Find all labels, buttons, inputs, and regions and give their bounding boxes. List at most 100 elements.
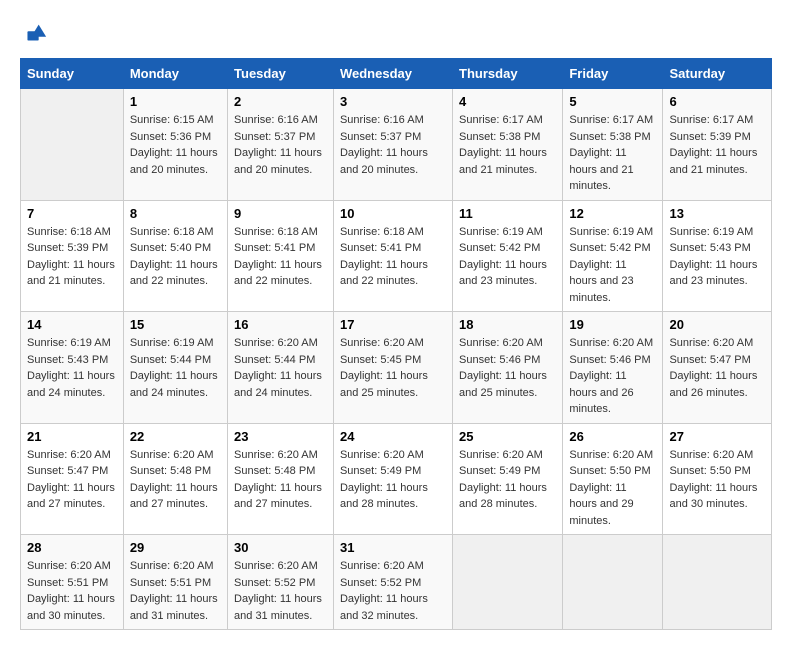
header-day-sunday: Sunday (21, 59, 124, 89)
sunrise: Sunrise: 6:20 AM (669, 447, 765, 464)
page-header (20, 20, 772, 48)
sunrise: Sunrise: 6:20 AM (234, 558, 327, 575)
daylight: Daylight: 11 hours and 23 minutes. (459, 257, 556, 290)
day-number: 6 (669, 94, 765, 109)
day-number: 9 (234, 206, 327, 221)
sunrise: Sunrise: 6:20 AM (234, 447, 327, 464)
sunrise: Sunrise: 6:19 AM (459, 224, 556, 241)
sunrise: Sunrise: 6:20 AM (340, 335, 446, 352)
logo-icon (20, 20, 48, 48)
day-info: Sunrise: 6:20 AM Sunset: 5:47 PM Dayligh… (669, 335, 765, 401)
day-info: Sunrise: 6:20 AM Sunset: 5:51 PM Dayligh… (27, 558, 117, 624)
daylight: Daylight: 11 hours and 29 minutes. (569, 480, 656, 530)
daylight: Daylight: 11 hours and 22 minutes. (340, 257, 446, 290)
daylight: Daylight: 11 hours and 31 minutes. (234, 591, 327, 624)
calendar-cell: 27 Sunrise: 6:20 AM Sunset: 5:50 PM Dayl… (663, 423, 772, 535)
sunrise: Sunrise: 6:19 AM (27, 335, 117, 352)
day-number: 16 (234, 317, 327, 332)
daylight: Daylight: 11 hours and 28 minutes. (340, 480, 446, 513)
calendar-cell: 28 Sunrise: 6:20 AM Sunset: 5:51 PM Dayl… (21, 535, 124, 630)
day-info: Sunrise: 6:20 AM Sunset: 5:48 PM Dayligh… (130, 447, 221, 513)
day-info: Sunrise: 6:20 AM Sunset: 5:46 PM Dayligh… (569, 335, 656, 418)
sunrise: Sunrise: 6:18 AM (234, 224, 327, 241)
calendar-cell: 31 Sunrise: 6:20 AM Sunset: 5:52 PM Dayl… (333, 535, 452, 630)
daylight: Daylight: 11 hours and 26 minutes. (669, 368, 765, 401)
calendar-cell: 1 Sunrise: 6:15 AM Sunset: 5:36 PM Dayli… (123, 89, 227, 201)
daylight: Daylight: 11 hours and 27 minutes. (130, 480, 221, 513)
day-info: Sunrise: 6:19 AM Sunset: 5:44 PM Dayligh… (130, 335, 221, 401)
calendar-cell: 7 Sunrise: 6:18 AM Sunset: 5:39 PM Dayli… (21, 200, 124, 312)
calendar-cell: 11 Sunrise: 6:19 AM Sunset: 5:42 PM Dayl… (453, 200, 563, 312)
calendar-cell (453, 535, 563, 630)
day-number: 24 (340, 429, 446, 444)
calendar-cell: 30 Sunrise: 6:20 AM Sunset: 5:52 PM Dayl… (228, 535, 334, 630)
sunrise: Sunrise: 6:20 AM (234, 335, 327, 352)
sunset: Sunset: 5:41 PM (340, 240, 446, 257)
day-info: Sunrise: 6:20 AM Sunset: 5:47 PM Dayligh… (27, 447, 117, 513)
day-info: Sunrise: 6:16 AM Sunset: 5:37 PM Dayligh… (234, 112, 327, 178)
sunset: Sunset: 5:41 PM (234, 240, 327, 257)
sunrise: Sunrise: 6:19 AM (569, 224, 656, 241)
day-info: Sunrise: 6:15 AM Sunset: 5:36 PM Dayligh… (130, 112, 221, 178)
sunset: Sunset: 5:39 PM (669, 129, 765, 146)
sunrise: Sunrise: 6:20 AM (340, 447, 446, 464)
sunset: Sunset: 5:37 PM (340, 129, 446, 146)
sunset: Sunset: 5:42 PM (569, 240, 656, 257)
calendar-cell: 6 Sunrise: 6:17 AM Sunset: 5:39 PM Dayli… (663, 89, 772, 201)
day-number: 13 (669, 206, 765, 221)
calendar-cell: 4 Sunrise: 6:17 AM Sunset: 5:38 PM Dayli… (453, 89, 563, 201)
day-number: 1 (130, 94, 221, 109)
sunrise: Sunrise: 6:18 AM (130, 224, 221, 241)
sunset: Sunset: 5:47 PM (669, 352, 765, 369)
daylight: Daylight: 11 hours and 25 minutes. (340, 368, 446, 401)
sunrise: Sunrise: 6:20 AM (669, 335, 765, 352)
sunrise: Sunrise: 6:20 AM (569, 447, 656, 464)
day-number: 3 (340, 94, 446, 109)
calendar-week-4: 21 Sunrise: 6:20 AM Sunset: 5:47 PM Dayl… (21, 423, 772, 535)
daylight: Daylight: 11 hours and 31 minutes. (130, 591, 221, 624)
calendar-cell (563, 535, 663, 630)
day-info: Sunrise: 6:20 AM Sunset: 5:46 PM Dayligh… (459, 335, 556, 401)
day-info: Sunrise: 6:18 AM Sunset: 5:39 PM Dayligh… (27, 224, 117, 290)
sunrise: Sunrise: 6:20 AM (130, 558, 221, 575)
day-info: Sunrise: 6:20 AM Sunset: 5:50 PM Dayligh… (569, 447, 656, 530)
daylight: Daylight: 11 hours and 21 minutes. (569, 145, 656, 195)
sunrise: Sunrise: 6:20 AM (130, 447, 221, 464)
sunrise: Sunrise: 6:17 AM (459, 112, 556, 129)
sunrise: Sunrise: 6:19 AM (130, 335, 221, 352)
calendar-cell: 22 Sunrise: 6:20 AM Sunset: 5:48 PM Dayl… (123, 423, 227, 535)
sunset: Sunset: 5:36 PM (130, 129, 221, 146)
sunrise: Sunrise: 6:15 AM (130, 112, 221, 129)
calendar-cell: 19 Sunrise: 6:20 AM Sunset: 5:46 PM Dayl… (563, 312, 663, 424)
daylight: Daylight: 11 hours and 22 minutes. (234, 257, 327, 290)
day-info: Sunrise: 6:20 AM Sunset: 5:52 PM Dayligh… (340, 558, 446, 624)
sunset: Sunset: 5:44 PM (234, 352, 327, 369)
day-number: 28 (27, 540, 117, 555)
calendar-cell: 21 Sunrise: 6:20 AM Sunset: 5:47 PM Dayl… (21, 423, 124, 535)
day-number: 19 (569, 317, 656, 332)
calendar-cell: 25 Sunrise: 6:20 AM Sunset: 5:49 PM Dayl… (453, 423, 563, 535)
calendar-table: SundayMondayTuesdayWednesdayThursdayFrid… (20, 58, 772, 630)
day-number: 30 (234, 540, 327, 555)
day-number: 7 (27, 206, 117, 221)
calendar-cell: 15 Sunrise: 6:19 AM Sunset: 5:44 PM Dayl… (123, 312, 227, 424)
day-number: 21 (27, 429, 117, 444)
sunrise: Sunrise: 6:16 AM (234, 112, 327, 129)
calendar-cell: 3 Sunrise: 6:16 AM Sunset: 5:37 PM Dayli… (333, 89, 452, 201)
day-number: 22 (130, 429, 221, 444)
day-number: 11 (459, 206, 556, 221)
calendar-cell (21, 89, 124, 201)
day-info: Sunrise: 6:18 AM Sunset: 5:41 PM Dayligh… (340, 224, 446, 290)
calendar-cell: 2 Sunrise: 6:16 AM Sunset: 5:37 PM Dayli… (228, 89, 334, 201)
day-info: Sunrise: 6:16 AM Sunset: 5:37 PM Dayligh… (340, 112, 446, 178)
day-info: Sunrise: 6:18 AM Sunset: 5:40 PM Dayligh… (130, 224, 221, 290)
daylight: Daylight: 11 hours and 23 minutes. (669, 257, 765, 290)
daylight: Daylight: 11 hours and 25 minutes. (459, 368, 556, 401)
day-number: 20 (669, 317, 765, 332)
calendar-cell: 13 Sunrise: 6:19 AM Sunset: 5:43 PM Dayl… (663, 200, 772, 312)
sunset: Sunset: 5:51 PM (130, 575, 221, 592)
day-info: Sunrise: 6:19 AM Sunset: 5:42 PM Dayligh… (569, 224, 656, 307)
calendar-cell: 5 Sunrise: 6:17 AM Sunset: 5:38 PM Dayli… (563, 89, 663, 201)
sunset: Sunset: 5:49 PM (459, 463, 556, 480)
logo (20, 20, 50, 48)
